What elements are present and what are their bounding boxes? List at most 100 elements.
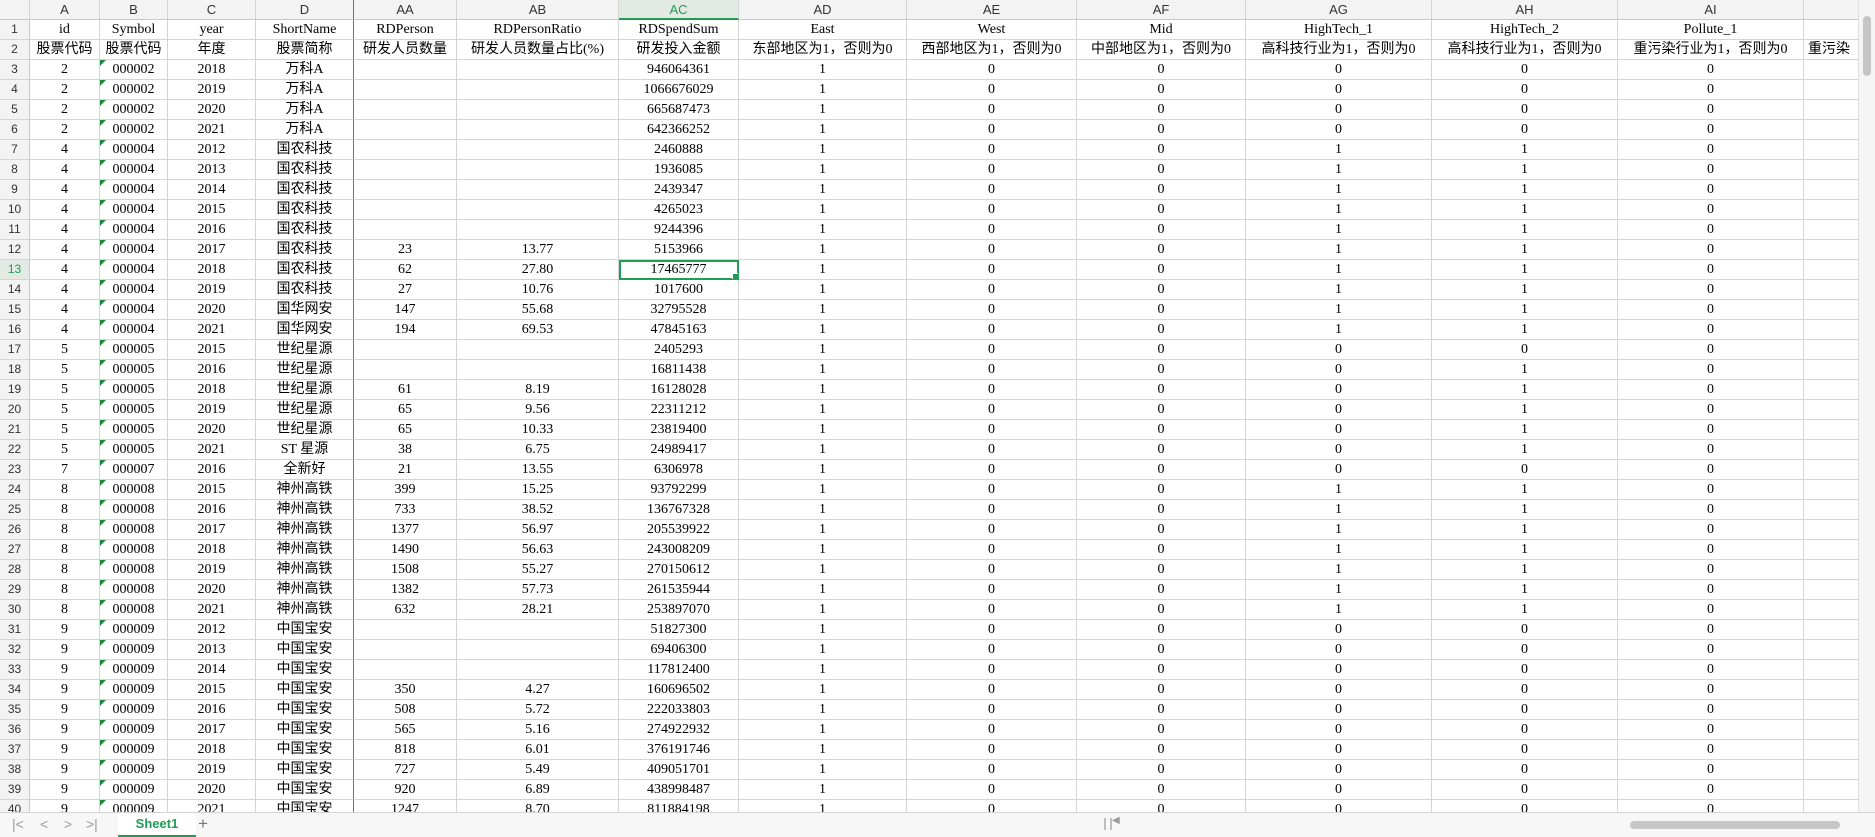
table-cell[interactable]: 1	[1432, 280, 1618, 300]
row-header[interactable]: 25	[0, 500, 30, 520]
table-cell[interactable]: 0	[1246, 80, 1432, 100]
table-cell[interactable]: 0	[1432, 340, 1618, 360]
table-cell[interactable]: 0	[907, 160, 1077, 180]
table-cell[interactable]: 全新好	[256, 460, 354, 480]
table-cell[interactable]: 0	[1077, 600, 1246, 620]
table-cell[interactable]: 0	[1246, 740, 1432, 760]
table-cell[interactable]: 2020	[168, 100, 256, 120]
table-cell[interactable]: 2021	[168, 120, 256, 140]
table-cell[interactable]: 0	[1618, 560, 1804, 580]
table-cell[interactable]: 0	[907, 320, 1077, 340]
table-cell[interactable]: 0	[1246, 680, 1432, 700]
table-cell[interactable]: 000004	[100, 180, 168, 200]
table-cell[interactable]: 0	[1618, 540, 1804, 560]
table-cell[interactable]: 0	[1432, 460, 1618, 480]
table-cell[interactable]: 0	[1077, 400, 1246, 420]
table-cell[interactable]: 中国宝安	[256, 640, 354, 660]
row-header[interactable]: 9	[0, 180, 30, 200]
table-cell[interactable]: 2018	[168, 740, 256, 760]
table-cell[interactable]: 0	[1077, 140, 1246, 160]
table-cell[interactable]: 23819400	[619, 420, 739, 440]
column-header[interactable]: B	[100, 0, 168, 20]
table-cell[interactable]: 0	[1432, 700, 1618, 720]
table-cell[interactable]: ST 星源	[256, 440, 354, 460]
table-cell[interactable]: 243008209	[619, 540, 739, 560]
table-cell[interactable]: 9244396	[619, 220, 739, 240]
header-cell[interactable]: 中部地区为1，否则为0	[1077, 40, 1246, 60]
table-cell[interactable]: 0	[1432, 640, 1618, 660]
table-cell[interactable]: 0	[1618, 260, 1804, 280]
row-header[interactable]: 16	[0, 320, 30, 340]
table-cell[interactable]: 0	[907, 600, 1077, 620]
table-cell[interactable]: 1377	[354, 520, 457, 540]
table-cell[interactable]: 000009	[100, 680, 168, 700]
table-cell[interactable]: 2019	[168, 400, 256, 420]
table-cell[interactable]: 0	[1246, 400, 1432, 420]
table-cell[interactable]: 57.73	[457, 580, 619, 600]
table-cell[interactable]: 1	[1246, 260, 1432, 280]
row-header[interactable]: 5	[0, 100, 30, 120]
table-cell[interactable]: 9	[30, 700, 100, 720]
row-header[interactable]: 21	[0, 420, 30, 440]
table-cell[interactable]: 13.55	[457, 460, 619, 480]
table-cell[interactable]: 0	[1618, 220, 1804, 240]
table-cell[interactable]: 神州高铁	[256, 540, 354, 560]
table-cell[interactable]: 0	[1432, 100, 1618, 120]
table-cell[interactable]: 0	[1618, 760, 1804, 780]
table-cell[interactable]: 0	[1618, 720, 1804, 740]
table-cell[interactable]: 2020	[168, 420, 256, 440]
table-cell[interactable]: 1	[1246, 300, 1432, 320]
table-cell[interactable]: 205539922	[619, 520, 739, 540]
table-cell[interactable]: 2	[30, 120, 100, 140]
table-cell[interactable]: 1	[739, 520, 907, 540]
table-cell[interactable]: 2021	[168, 440, 256, 460]
table-cell[interactable]: 1	[1246, 180, 1432, 200]
row-header[interactable]: 28	[0, 560, 30, 580]
table-cell[interactable]: 51827300	[619, 620, 739, 640]
table-cell[interactable]: 8	[30, 500, 100, 520]
table-cell[interactable]: 0	[907, 780, 1077, 800]
table-cell[interactable]: 1	[739, 300, 907, 320]
table-cell[interactable]: 1	[739, 460, 907, 480]
table-cell[interactable]: 000005	[100, 380, 168, 400]
header-cell[interactable]: HighTech_1	[1246, 20, 1432, 40]
table-cell[interactable]: 1	[1432, 480, 1618, 500]
table-cell[interactable]: 1	[1246, 500, 1432, 520]
table-cell[interactable]: 000002	[100, 60, 168, 80]
table-cell[interactable]: 0	[1246, 660, 1432, 680]
column-header[interactable]: AI	[1618, 0, 1804, 20]
table-cell[interactable]: 9	[30, 760, 100, 780]
table-cell[interactable]: 0	[1077, 760, 1246, 780]
table-cell[interactable]: 1	[1432, 540, 1618, 560]
table-cell[interactable]: 1	[1432, 400, 1618, 420]
table-cell[interactable]: 438998487	[619, 780, 739, 800]
table-cell[interactable]: 47845163	[619, 320, 739, 340]
header-cell[interactable]: year	[168, 20, 256, 40]
table-cell[interactable]	[354, 200, 457, 220]
table-cell[interactable]: 0	[907, 260, 1077, 280]
table-cell[interactable]: 0	[1618, 140, 1804, 160]
column-header[interactable]: AE	[907, 0, 1077, 20]
table-cell[interactable]: 000004	[100, 200, 168, 220]
table-cell[interactable]: 0	[1246, 460, 1432, 480]
header-cell[interactable]: 年度	[168, 40, 256, 60]
table-cell[interactable]: 0	[907, 460, 1077, 480]
table-cell[interactable]: 1	[739, 400, 907, 420]
row-header[interactable]: 3	[0, 60, 30, 80]
table-cell[interactable]: 1490	[354, 540, 457, 560]
table-cell[interactable]: 4	[30, 160, 100, 180]
table-cell[interactable]: 274922932	[619, 720, 739, 740]
table-cell[interactable]: 0	[1432, 780, 1618, 800]
table-cell[interactable]: 1	[739, 340, 907, 360]
table-cell[interactable]: 1	[739, 140, 907, 160]
table-cell[interactable]: 1	[1246, 600, 1432, 620]
table-cell[interactable]: 4	[30, 280, 100, 300]
row-header[interactable]: 17	[0, 340, 30, 360]
table-cell[interactable]: 000004	[100, 320, 168, 340]
header-cell[interactable]: Mid	[1077, 20, 1246, 40]
table-cell[interactable]: 0	[1618, 440, 1804, 460]
table-cell[interactable]: 0	[1618, 360, 1804, 380]
table-cell[interactable]: 1	[1246, 320, 1432, 340]
table-cell[interactable]: 2014	[168, 180, 256, 200]
table-cell[interactable]	[457, 80, 619, 100]
